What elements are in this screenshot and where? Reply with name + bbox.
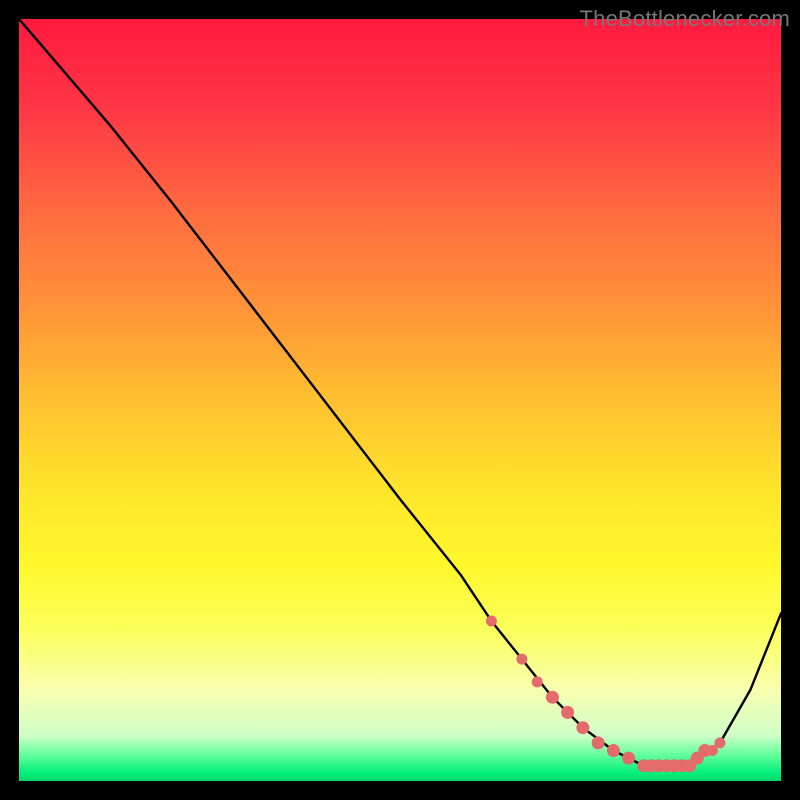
marker-point: [532, 676, 543, 687]
chart-stage: TheBottlenecker.com: [0, 0, 800, 800]
bottleneck-chart: [19, 19, 781, 781]
chart-background: [19, 19, 781, 781]
marker-point: [516, 654, 527, 665]
marker-point: [607, 744, 620, 757]
marker-point: [561, 706, 574, 719]
marker-point: [576, 721, 589, 734]
marker-point: [622, 752, 635, 765]
watermark-text: TheBottlenecker.com: [580, 6, 790, 32]
marker-point: [592, 736, 605, 749]
marker-point: [546, 691, 559, 704]
marker-point: [715, 737, 726, 748]
marker-point: [486, 616, 497, 627]
